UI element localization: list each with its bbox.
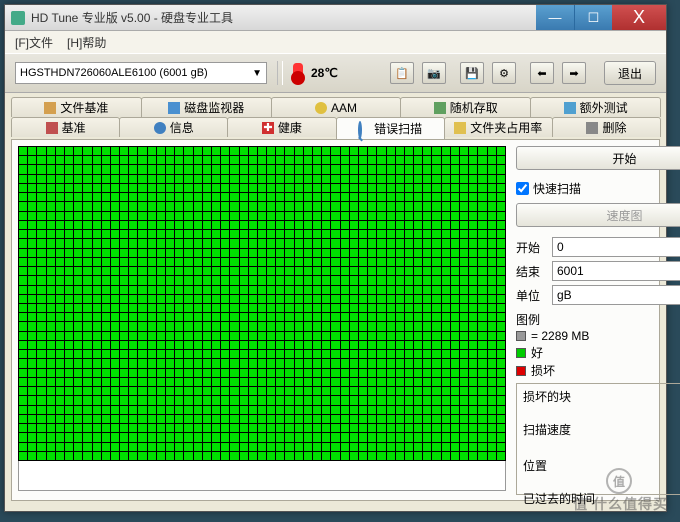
position-label: 位置 (523, 457, 547, 474)
tab-aam[interactable]: AAM (271, 97, 402, 117)
end-label: 结束 (516, 263, 548, 280)
start-input[interactable] (552, 237, 680, 257)
tab-error-scan[interactable]: 错误扫描 (336, 117, 445, 139)
tab-content: 开始 快速扫描 速度图 开始 ▲▼ 结束 ▲▼ (11, 139, 660, 501)
watermark-logo: 值 (606, 468, 632, 494)
start-label: 开始 (516, 239, 548, 256)
scan-speed-label: 扫描速度 (523, 421, 571, 438)
tab-info[interactable]: 信息 (119, 117, 228, 137)
legend-good-icon (516, 348, 526, 358)
screenshot-button[interactable]: 📷 (422, 62, 446, 84)
legend-bad-icon (516, 366, 526, 376)
save-button[interactable]: 💾 (460, 62, 484, 84)
close-button[interactable]: X (612, 5, 666, 30)
trash-icon (586, 122, 598, 134)
legend-title: 图例 (516, 311, 680, 328)
menubar: [F]文件 [H]帮助 (5, 31, 666, 53)
app-icon (11, 11, 25, 25)
legend-block-label: = 2289 MB (531, 329, 589, 343)
test-icon (564, 102, 576, 114)
toolbar-separator (277, 61, 283, 85)
titlebar[interactable]: HD Tune 专业版 v5.00 - 硬盘专业工具 — ☐ X (5, 5, 666, 31)
legend-bad-label: 损坏 (531, 362, 555, 379)
toolbar: HGSTHDN726060ALE6100 (6001 gB) ▼ 28℃ 📋 📷… (5, 53, 666, 93)
magnifier-icon (358, 123, 370, 135)
quick-scan-checkbox[interactable] (516, 182, 529, 195)
options-button[interactable]: ⚙ (492, 62, 516, 84)
info-icon (154, 122, 166, 134)
app-window: HD Tune 专业版 v5.00 - 硬盘专业工具 — ☐ X [F]文件 [… (4, 4, 667, 512)
scan-area (18, 146, 506, 494)
tab-extra-tests[interactable]: 额外测试 (530, 97, 661, 117)
drive-select[interactable]: HGSTHDN726060ALE6100 (6001 gB) ▼ (15, 62, 267, 84)
end-input[interactable] (552, 261, 680, 281)
gear-icon: ⚙ (499, 67, 509, 80)
damaged-blocks-label: 损坏的块 (523, 388, 571, 405)
stats-box: 损坏的块 0.0 % 扫描速度 无 位置 6001 gB 已过去的时间 0:32 (516, 383, 680, 495)
tab-benchmark[interactable]: 基准 (11, 117, 120, 137)
scan-footer-strip (18, 461, 506, 491)
legend: 图例 = 2289 MB 好 损坏 (516, 311, 680, 379)
exit-button[interactable]: 退出 (604, 61, 656, 85)
side-panel: 开始 快速扫描 速度图 开始 ▲▼ 结束 ▲▼ (506, 146, 680, 494)
arrow-right-icon: ➡ (569, 67, 578, 80)
tabs-container: 文件基准 磁盘监视器 AAM 随机存取 额外测试 基准 信息 ✚健康 错误扫描 … (5, 93, 666, 501)
tab-health[interactable]: ✚健康 (227, 117, 336, 137)
nav-left-button[interactable]: ⬅ (530, 62, 554, 84)
legend-block-icon (516, 331, 526, 341)
menu-file[interactable]: [F]文件 (15, 34, 53, 51)
start-scan-button[interactable]: 开始 (516, 146, 680, 170)
watermark-text: 值 什么值得买 (573, 494, 668, 514)
thermometer-icon (293, 63, 303, 83)
tab-random-access[interactable]: 随机存取 (400, 97, 531, 117)
temperature-value: 28℃ (311, 66, 338, 80)
maximize-button[interactable]: ☐ (574, 5, 612, 30)
nav-right-button[interactable]: ➡ (562, 62, 586, 84)
health-icon: ✚ (262, 122, 274, 134)
legend-good-label: 好 (531, 344, 543, 361)
arrow-left-icon: ⬅ (537, 67, 546, 80)
window-title: HD Tune 专业版 v5.00 - 硬盘专业工具 (31, 9, 536, 26)
tab-folder-usage[interactable]: 文件夹占用率 (444, 117, 553, 137)
tab-delete[interactable]: 删除 (552, 117, 661, 137)
speaker-icon (315, 102, 327, 114)
copy-icon: 📋 (395, 67, 409, 80)
book-icon (44, 102, 56, 114)
copy-button[interactable]: 📋 (390, 62, 414, 84)
tab-file-benchmark[interactable]: 文件基准 (11, 97, 142, 117)
folder-icon (454, 122, 466, 134)
save-icon: 💾 (465, 67, 479, 80)
menu-help[interactable]: [H]帮助 (67, 34, 106, 51)
gauge-icon (46, 122, 58, 134)
chevron-down-icon: ▼ (252, 68, 262, 79)
random-icon (434, 102, 446, 114)
scan-grid (18, 146, 506, 461)
camera-icon: 📷 (427, 67, 441, 80)
drive-select-text: HGSTHDN726060ALE6100 (6001 gB) (20, 67, 208, 79)
unit-select[interactable]: gB ▼ (552, 285, 680, 305)
monitor-icon (168, 102, 180, 114)
tab-disk-monitor[interactable]: 磁盘监视器 (141, 97, 272, 117)
speed-map-button[interactable]: 速度图 (516, 203, 680, 227)
unit-label: 单位 (516, 287, 548, 304)
minimize-button[interactable]: — (536, 5, 574, 30)
quick-scan-label: 快速扫描 (533, 180, 581, 197)
